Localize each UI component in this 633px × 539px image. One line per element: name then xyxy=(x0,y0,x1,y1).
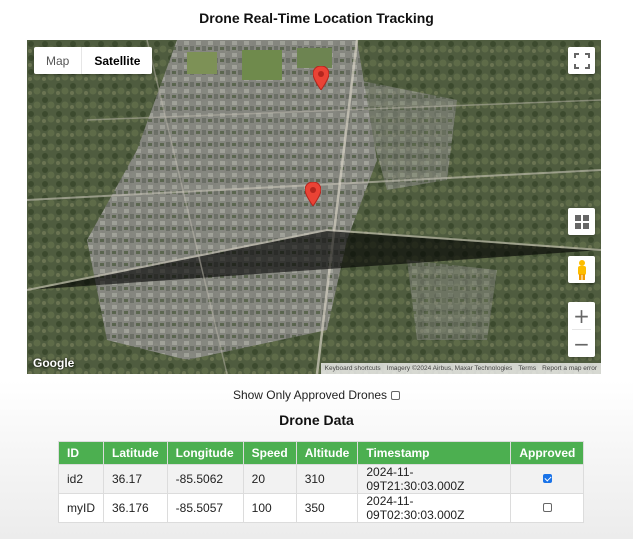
report-map-error-link[interactable]: Report a map error xyxy=(542,365,597,372)
cell-timestamp: 2024-11-09T21:30:03.000Z xyxy=(357,464,512,494)
column-header-longitude: Longitude xyxy=(166,441,244,465)
imagery-credit: Imagery ©2024 Airbus, Maxar Technologies xyxy=(386,365,513,372)
cell-altitude: 350 xyxy=(295,493,359,523)
table-row: id2 36.17 -85.5062 20 310 2024-11-09T21:… xyxy=(58,464,585,494)
column-header-timestamp: Timestamp xyxy=(357,441,512,465)
page-title: Drone Real-Time Location Tracking xyxy=(199,10,434,26)
column-header-altitude: Altitude xyxy=(295,441,359,465)
map-view[interactable]: Map Satellite + − Google Keyboard shortc… xyxy=(27,40,601,374)
keyboard-shortcuts-link[interactable]: Keyboard shortcuts xyxy=(325,365,381,372)
cell-approved xyxy=(510,493,585,523)
street-view-pegman-button[interactable] xyxy=(568,256,595,283)
drone-data-table: ID Latitude Longitude Speed Altitude Tim… xyxy=(58,441,585,523)
column-header-approved: Approved xyxy=(510,441,585,465)
table-row: myID 36.176 -85.5057 100 350 2024-11-09T… xyxy=(58,493,585,523)
google-logo: Google xyxy=(33,356,75,370)
map-type-map-button[interactable]: Map xyxy=(34,47,83,74)
pegman-icon xyxy=(577,259,586,280)
map-layers-button[interactable] xyxy=(568,208,595,235)
approved-filter-checkbox[interactable] xyxy=(391,390,401,400)
map-type-satellite-button[interactable]: Satellite xyxy=(82,47,152,74)
layers-grid-icon xyxy=(574,214,589,229)
approved-filter-label: Show Only Approved Drones xyxy=(232,388,388,402)
cell-speed: 20 xyxy=(242,464,297,494)
cell-latitude: 36.17 xyxy=(103,464,168,494)
cell-latitude: 36.176 xyxy=(103,493,168,523)
approved-checkbox[interactable] xyxy=(542,503,552,512)
drone-marker-id2[interactable] xyxy=(313,66,329,90)
cell-longitude: -85.5062 xyxy=(166,464,244,494)
drone-data-title: Drone Data xyxy=(279,412,354,428)
cell-altitude: 310 xyxy=(295,464,359,494)
cell-speed: 100 xyxy=(242,493,297,523)
terms-link[interactable]: Terms xyxy=(518,365,536,372)
cell-longitude: -85.5057 xyxy=(166,493,244,523)
drone-marker-myID[interactable] xyxy=(305,182,321,206)
zoom-out-button[interactable]: − xyxy=(568,330,595,357)
table-header-row: ID Latitude Longitude Speed Altitude Tim… xyxy=(58,441,585,465)
approved-checkbox[interactable] xyxy=(542,474,552,483)
cell-id: id2 xyxy=(58,464,104,494)
cell-approved xyxy=(510,464,585,494)
column-header-speed: Speed xyxy=(242,441,297,465)
map-type-control: Map Satellite xyxy=(34,47,153,74)
zoom-control: + − xyxy=(568,302,595,357)
satellite-imagery xyxy=(27,40,601,374)
column-header-id: ID xyxy=(58,441,104,465)
cell-timestamp: 2024-11-09T02:30:03.000Z xyxy=(357,493,512,523)
fullscreen-button[interactable] xyxy=(568,47,595,74)
cell-id: myID xyxy=(58,493,104,523)
map-attribution: Keyboard shortcuts Imagery ©2024 Airbus,… xyxy=(320,363,601,374)
fullscreen-icon xyxy=(573,52,590,69)
approved-filter: Show Only Approved Drones xyxy=(0,388,633,402)
zoom-in-button[interactable]: + xyxy=(568,302,595,329)
column-header-latitude: Latitude xyxy=(103,441,168,465)
